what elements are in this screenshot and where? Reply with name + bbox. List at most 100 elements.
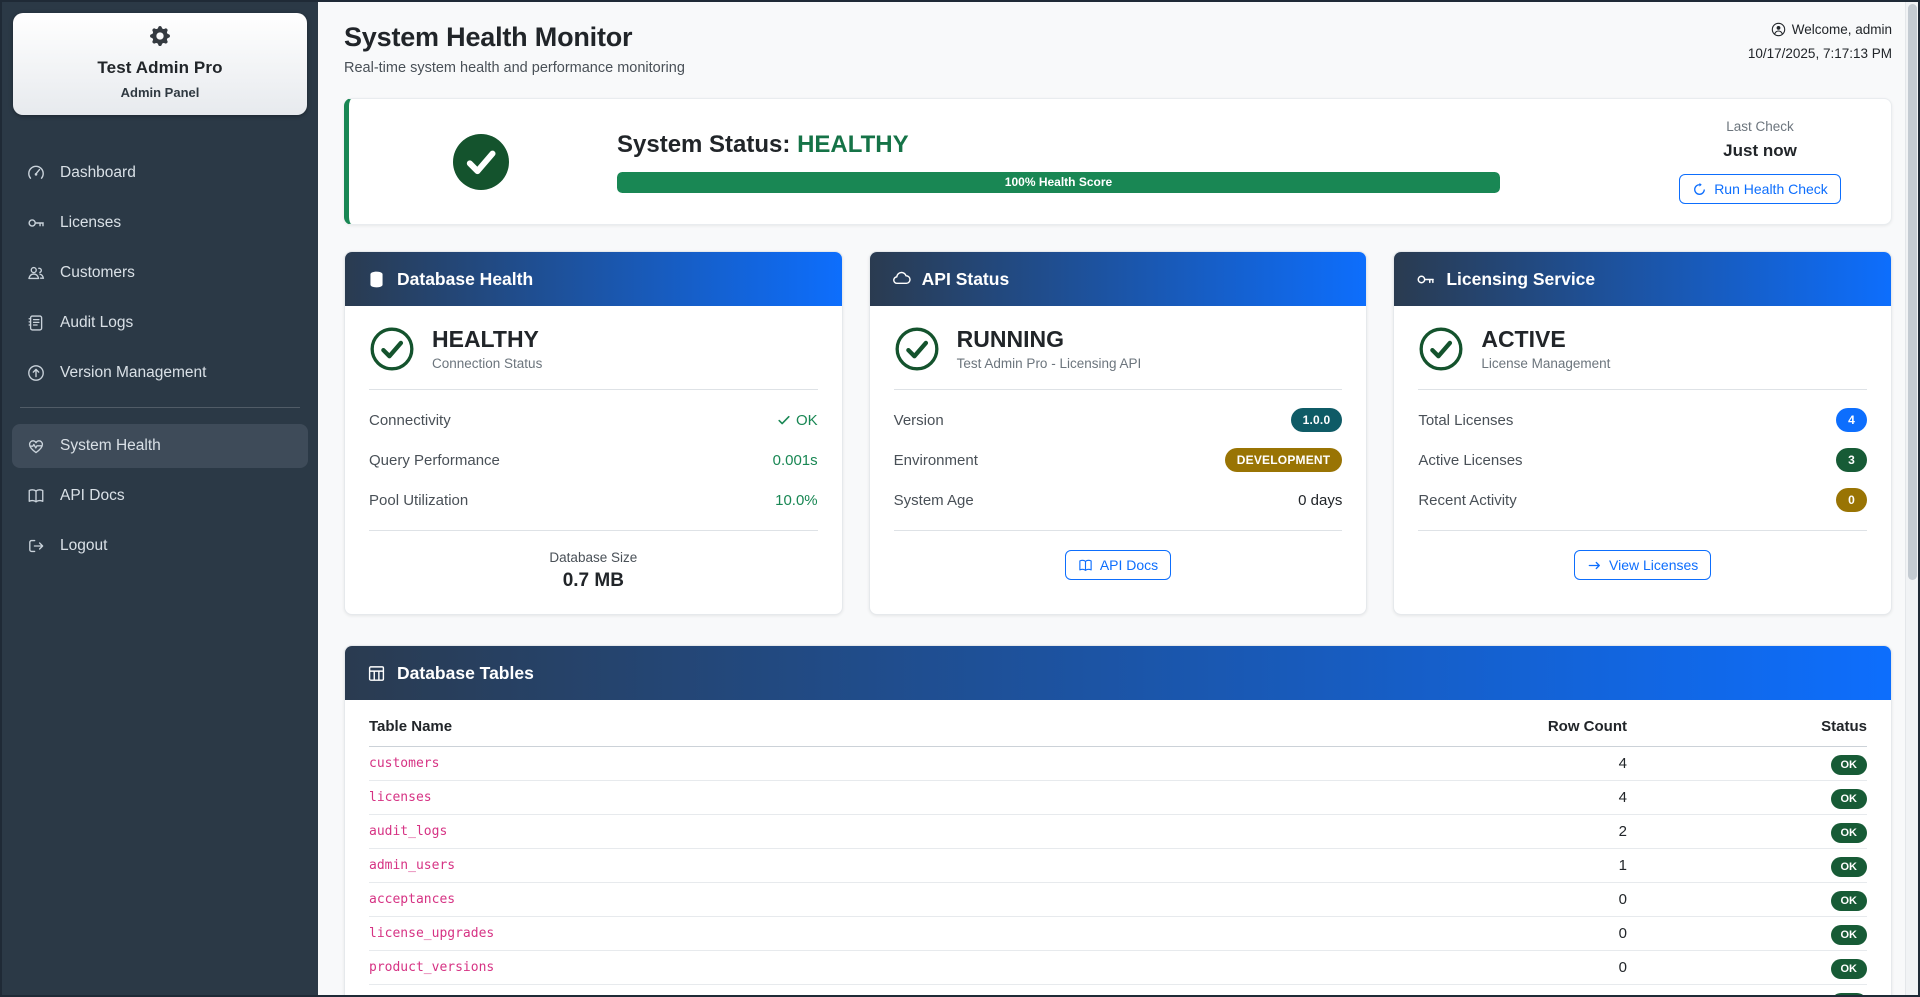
sidebar-item-api-docs[interactable]: API Docs	[12, 474, 308, 518]
heart-pulse-icon	[27, 437, 45, 455]
metric-row: Active Licenses 3	[1418, 447, 1867, 473]
status-badge: OK	[1831, 925, 1868, 945]
sidebar-item-label: API Docs	[60, 487, 125, 505]
licensing-service-card-body: ACTIVE License Management Total Licenses…	[1394, 306, 1891, 602]
check-circle-icon	[369, 326, 415, 372]
sidebar-item-licenses[interactable]: Licenses	[12, 201, 308, 245]
licensing-service-card-header: Licensing Service	[1394, 252, 1891, 306]
table-row: acceptances 0 OK	[369, 883, 1867, 917]
divider	[894, 389, 1343, 390]
sidebar-item-dashboard[interactable]: Dashboard	[12, 151, 308, 195]
database-size-block: Database Size 0.7 MB	[369, 548, 818, 592]
journal-icon	[27, 314, 45, 332]
table-name-cell: audit_logs	[369, 815, 1467, 849]
table-name-cell: license_upgrades	[369, 917, 1467, 951]
check-icon	[777, 413, 791, 427]
scrollbar-thumb[interactable]	[1908, 4, 1917, 580]
vertical-scrollbar[interactable]	[1905, 2, 1918, 995]
api-docs-button[interactable]: API Docs	[1065, 550, 1171, 580]
row-count-cell: 4	[1467, 747, 1627, 781]
metric-row: System Age 0 days	[894, 487, 1343, 513]
gear-icon	[150, 26, 170, 46]
view-licenses-button[interactable]: View Licenses	[1574, 550, 1711, 580]
status-badge: OK	[1831, 857, 1868, 877]
table-name-cell: admin_users	[369, 849, 1467, 883]
refresh-icon	[1692, 182, 1707, 197]
box-arrow-right-icon	[27, 537, 45, 555]
sidebar-item-system-health[interactable]: System Health	[12, 424, 308, 468]
health-progress-fill: 100% Health Score	[617, 172, 1500, 193]
pool-utilization-value: 10.0%	[775, 492, 818, 509]
page-subtitle: Real-time system health and performance …	[344, 60, 685, 76]
cloud-icon	[892, 270, 911, 289]
check-circle-icon	[1418, 326, 1464, 372]
metric-row: Environment DEVELOPMENT	[894, 447, 1343, 473]
arrow-up-circle-icon	[27, 364, 45, 382]
sidebar-divider	[20, 407, 300, 408]
table-grid-icon	[367, 664, 386, 683]
database-icon	[367, 270, 386, 289]
sidebar-item-label: Customers	[60, 264, 135, 282]
key-icon	[1416, 270, 1435, 289]
table-row: admin_users 1 OK	[369, 849, 1867, 883]
database-health-card-header: Database Health	[345, 252, 842, 306]
brand-card: Test Admin Pro Admin Panel	[13, 13, 307, 115]
person-circle-icon	[1771, 22, 1786, 37]
divider	[369, 389, 818, 390]
sidebar-item-version-management[interactable]: Version Management	[12, 351, 308, 395]
divider	[1418, 530, 1867, 531]
database-tables-card: Database Tables Table Name Row Count Sta…	[344, 645, 1892, 995]
table-row: customers 4 OK	[369, 747, 1867, 781]
status-badge: OK	[1831, 823, 1868, 843]
api-status-caption: Test Admin Pro - Licensing API	[957, 356, 1142, 371]
metric-row: Pool Utilization 10.0%	[369, 487, 818, 513]
database-size-label: Database Size	[369, 550, 818, 565]
timestamp: 10/17/2025, 7:17:13 PM	[1748, 46, 1892, 61]
book-icon	[1078, 558, 1093, 573]
divider	[369, 530, 818, 531]
sidebar-item-customers[interactable]: Customers	[12, 251, 308, 295]
database-size-value: 0.7 MB	[369, 570, 818, 592]
table-name-cell: product_versions	[369, 951, 1467, 985]
check-circle-icon	[453, 134, 509, 190]
api-status-card: API Status RUNNING Test Admin Pro - Lice…	[869, 251, 1368, 615]
row-count-cell: 2	[1467, 815, 1627, 849]
status-badge: OK	[1831, 789, 1868, 809]
column-header-row-count: Row Count	[1467, 702, 1627, 747]
sidebar: Test Admin Pro Admin Panel Dashboard Lic…	[2, 2, 318, 995]
system-status-banner: System Status: HEALTHY 100% Health Score…	[344, 98, 1892, 225]
licensing-service-card: Licensing Service ACTIVE License Managem…	[1393, 251, 1892, 615]
row-count-cell: 1	[1467, 849, 1627, 883]
check-circle-icon	[894, 326, 940, 372]
active-licenses-badge: 3	[1836, 448, 1867, 472]
welcome-text: Welcome, admin	[1748, 22, 1892, 37]
brand-title: Test Admin Pro	[21, 58, 299, 78]
table-name-cell: customers	[369, 747, 1467, 781]
key-icon	[27, 214, 45, 232]
system-status-value: HEALTHY	[797, 131, 909, 158]
total-licenses-badge: 4	[1836, 408, 1867, 432]
table-row: audit_logs 2 OK	[369, 815, 1867, 849]
sidebar-item-label: Dashboard	[60, 164, 136, 182]
run-health-check-button[interactable]: Run Health Check	[1679, 174, 1841, 204]
divider	[1418, 389, 1867, 390]
health-progress-bar: 100% Health Score	[617, 172, 1500, 193]
licensing-status-row: ACTIVE License Management	[1418, 326, 1867, 372]
version-badge: 1.0.0	[1291, 408, 1343, 432]
system-age-value: 0 days	[1298, 492, 1342, 509]
sidebar-item-label: Licenses	[60, 214, 121, 232]
table-row: license_upgrades 0 OK	[369, 917, 1867, 951]
database-status: HEALTHY	[432, 327, 542, 352]
database-health-card-body: HEALTHY Connection Status Connectivity O…	[345, 306, 842, 614]
status-badge: OK	[1831, 891, 1868, 911]
sidebar-item-audit-logs[interactable]: Audit Logs	[12, 301, 308, 345]
database-health-card: Database Health HEALTHY Connection Statu…	[344, 251, 843, 615]
table-row: licenses 4 OK	[369, 781, 1867, 815]
page-title: System Health Monitor	[344, 22, 685, 53]
status-banner-right: Last Check Just now Run Health Check	[1655, 119, 1865, 204]
sidebar-item-label: System Health	[60, 437, 161, 455]
row-count-cell: 0	[1467, 951, 1627, 985]
main-content: System Health Monitor Real-time system h…	[318, 2, 1918, 995]
database-tables-table: Table Name Row Count Status customers 4 …	[369, 702, 1867, 995]
sidebar-item-logout[interactable]: Logout	[12, 524, 308, 568]
